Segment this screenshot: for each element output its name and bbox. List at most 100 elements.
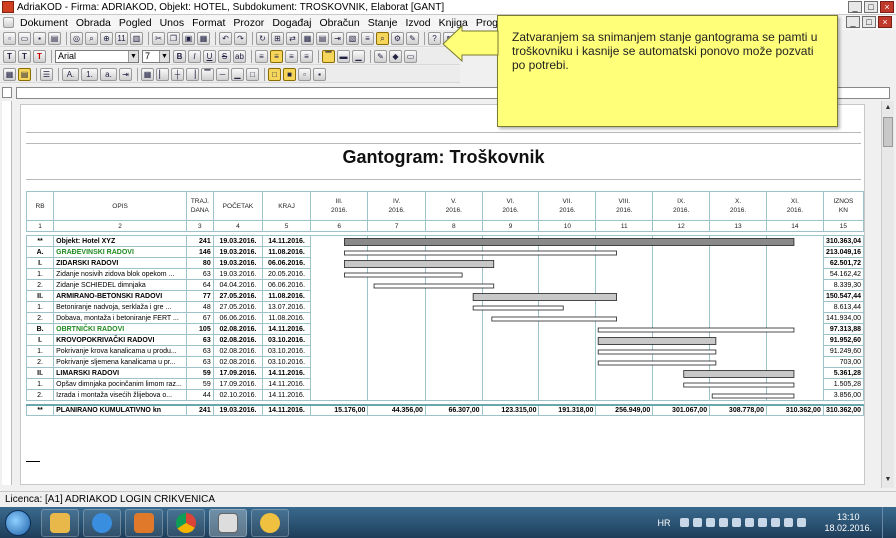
font-family-select[interactable]: Arial ▼: [55, 49, 139, 63]
tray-icon[interactable]: [680, 518, 690, 527]
tray-icon[interactable]: [771, 518, 781, 527]
document-menu-icon[interactable]: [3, 17, 14, 28]
show-desktop-button[interactable]: [882, 507, 890, 538]
gantt-bar[interactable]: [597, 360, 717, 366]
vertical-scrollbar[interactable]: ▲ ▼: [881, 101, 894, 488]
print-icon[interactable]: ▤: [48, 31, 61, 45]
export-icon[interactable]: ⇥: [331, 31, 344, 45]
border-top-icon[interactable]: ▔: [201, 67, 214, 81]
menu-izvod[interactable]: Izvod: [402, 17, 435, 29]
menu-unos[interactable]: Unos: [156, 17, 189, 29]
find-icon[interactable]: ⌕: [85, 31, 98, 45]
tray-icon[interactable]: [732, 518, 742, 527]
doc-close-button[interactable]: ×: [878, 16, 892, 28]
border-center-icon[interactable]: ┼: [171, 67, 184, 81]
tb-11-button[interactable]: 11: [115, 31, 128, 45]
paste-icon[interactable]: ▣: [182, 31, 195, 45]
align-justify-icon[interactable]: ≡: [300, 49, 313, 63]
indent-icon[interactable]: ⇥: [119, 67, 132, 81]
chart-icon[interactable]: ▧: [346, 31, 359, 45]
settings-icon[interactable]: ⚙: [391, 31, 404, 45]
insert-row-icon[interactable]: ⊞: [271, 31, 284, 45]
italic-button[interactable]: I: [188, 49, 201, 63]
valign-bottom-icon[interactable]: ▁: [352, 49, 365, 63]
abc-icon[interactable]: ab: [233, 49, 246, 63]
align-left-icon[interactable]: ≡: [255, 49, 268, 63]
valign-middle-icon[interactable]: ▬: [337, 49, 350, 63]
doc-restore-button[interactable]: □: [862, 16, 876, 28]
language-indicator[interactable]: HR: [657, 518, 670, 528]
taskbar-other[interactable]: [251, 508, 289, 537]
zoom-search-icon[interactable]: ⌕: [376, 31, 389, 45]
scrollbar-thumb[interactable]: [883, 117, 893, 147]
taskbar-adriakod[interactable]: [209, 508, 247, 537]
gantt-bar[interactable]: [683, 382, 795, 388]
border-outer-icon[interactable]: □: [246, 67, 259, 81]
move-icon[interactable]: ⇄: [286, 31, 299, 45]
border-all-icon[interactable]: ▦: [141, 67, 154, 81]
calendar-icon[interactable]: ▤: [316, 31, 329, 45]
page-view-icon[interactable]: ▥: [130, 31, 143, 45]
text-large-button[interactable]: T: [3, 49, 16, 63]
menu-dokument[interactable]: Dokument: [16, 17, 72, 29]
box-fill-icon[interactable]: ■: [283, 67, 296, 81]
grid-icon[interactable]: ▦: [3, 67, 16, 81]
tray-icon[interactable]: [706, 518, 716, 527]
gantt-bar[interactable]: [472, 293, 617, 301]
gantt-bar[interactable]: [597, 327, 795, 333]
underline-button[interactable]: U: [203, 49, 216, 63]
refresh-icon[interactable]: ↻: [256, 31, 269, 45]
start-button[interactable]: [5, 509, 31, 536]
table-icon[interactable]: ▦: [301, 31, 314, 45]
gantt-bar[interactable]: [344, 238, 795, 246]
tray-icon[interactable]: [745, 518, 755, 527]
strike-button[interactable]: S: [218, 49, 231, 63]
box-thick-icon[interactable]: ▪: [313, 67, 326, 81]
open-folder-icon[interactable]: ▭: [18, 31, 31, 45]
cell-reference-box[interactable]: [2, 87, 12, 98]
clock[interactable]: 13:10 18.02.2016.: [824, 512, 872, 534]
save-icon[interactable]: ▪: [33, 31, 46, 45]
menu-obracun[interactable]: Obračun: [315, 17, 363, 29]
copy-icon[interactable]: ❐: [167, 31, 180, 45]
align-right-icon[interactable]: ≡: [285, 49, 298, 63]
brush-icon[interactable]: ✎: [374, 49, 387, 63]
gantt-bar[interactable]: [597, 349, 717, 355]
border-right-icon[interactable]: ▕: [186, 67, 199, 81]
scroll-down-icon[interactable]: ▼: [883, 474, 893, 486]
eraser-icon[interactable]: ▭: [404, 49, 417, 63]
scroll-up-icon[interactable]: ▲: [883, 102, 893, 114]
minimize-button[interactable]: _: [848, 1, 862, 13]
gantt-bar[interactable]: [711, 393, 795, 399]
text-red-button[interactable]: T: [33, 49, 46, 63]
list-icon[interactable]: ☰: [40, 67, 53, 81]
taskbar-explorer[interactable]: [41, 508, 79, 537]
gantt-bar[interactable]: [491, 316, 617, 322]
taskbar-media[interactable]: [125, 508, 163, 537]
note-icon[interactable]: ▤: [18, 67, 31, 81]
menu-stanje[interactable]: Stanje: [364, 17, 402, 29]
maximize-button[interactable]: □: [864, 1, 878, 13]
gantt-bar[interactable]: [683, 370, 795, 378]
align-center-icon[interactable]: ≡: [270, 49, 283, 63]
cut-icon[interactable]: ✂: [152, 31, 165, 45]
gantt-bar[interactable]: [373, 283, 495, 289]
tray-icon[interactable]: [693, 518, 703, 527]
close-button[interactable]: ×: [880, 1, 894, 13]
menu-obrada[interactable]: Obrada: [72, 17, 115, 29]
title-bar[interactable]: AdriaKOD - Firma: ADRIAKOD, Objekt: HOTE…: [0, 0, 896, 15]
font-size-select[interactable]: 7 ▼: [142, 49, 170, 63]
numbering-lower-button[interactable]: a.: [100, 67, 117, 81]
gantt-bar[interactable]: [597, 337, 717, 345]
menu-dogadaj[interactable]: Događaj: [268, 17, 315, 29]
menu-pogled[interactable]: Pogled: [115, 17, 156, 29]
box-thin-icon[interactable]: ▫: [298, 67, 311, 81]
doc-minimize-button[interactable]: _: [846, 16, 860, 28]
fill-color-icon[interactable]: ◆: [389, 49, 402, 63]
tray-icon[interactable]: [719, 518, 729, 527]
new-file-icon[interactable]: ▫: [3, 31, 16, 45]
text-medium-button[interactable]: T: [18, 49, 31, 63]
gantt-bar[interactable]: [344, 260, 495, 268]
gantt-bar[interactable]: [344, 272, 463, 278]
tools-icon[interactable]: ✎: [406, 31, 419, 45]
